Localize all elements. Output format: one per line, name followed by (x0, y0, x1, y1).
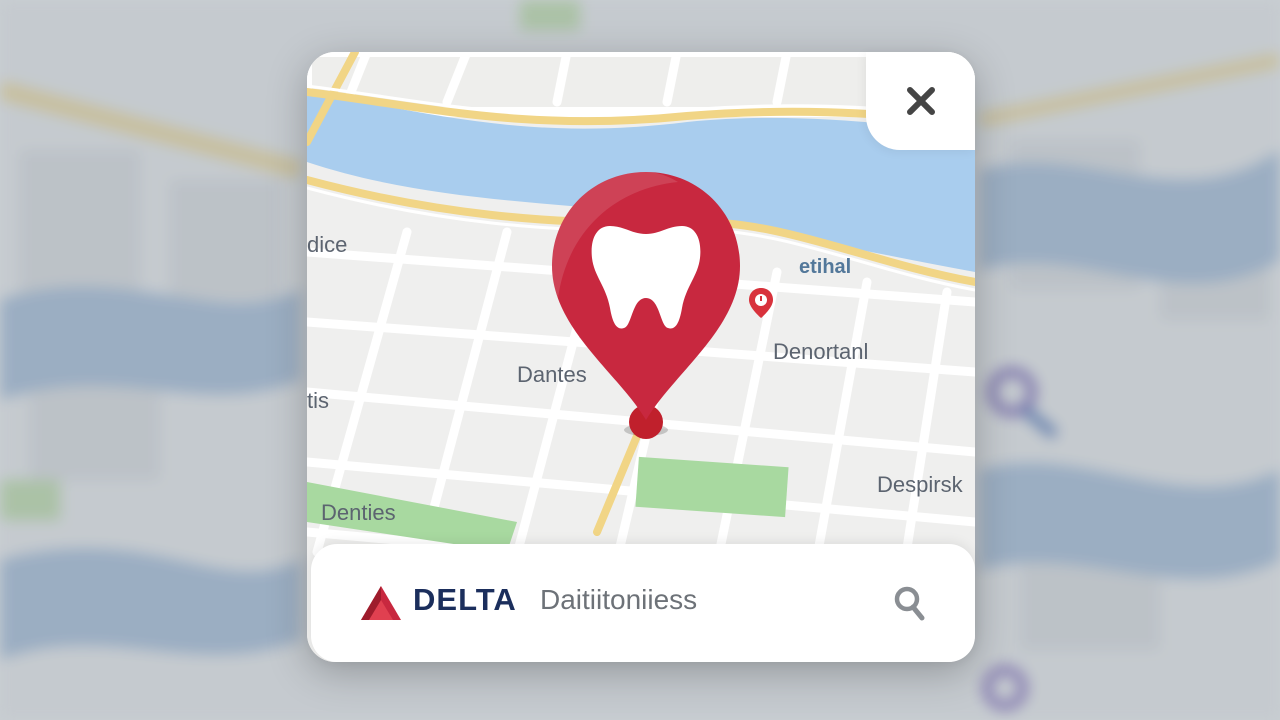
map-label-right: Denortanl (773, 339, 869, 364)
location-marker-icon[interactable] (748, 287, 774, 319)
dentist-pin-icon[interactable] (548, 168, 744, 442)
close-button[interactable] (866, 52, 975, 150)
map-label-top-right: etihal (799, 256, 852, 278)
brand-name: DELTA (413, 582, 517, 617)
search-bar[interactable]: DELTA Daitiitoniiess (311, 544, 975, 662)
map-label-bottom-left: Denties (321, 500, 396, 525)
map-label-top-left: dice (307, 232, 348, 257)
close-icon (906, 87, 935, 115)
delta-logo-icon (361, 586, 401, 620)
search-icon[interactable] (893, 584, 925, 622)
map-label-bottom-right: Despirsk (877, 472, 963, 497)
search-input[interactable]: Daitiitoniiess (540, 584, 697, 616)
map-label-left: tis (307, 388, 329, 413)
